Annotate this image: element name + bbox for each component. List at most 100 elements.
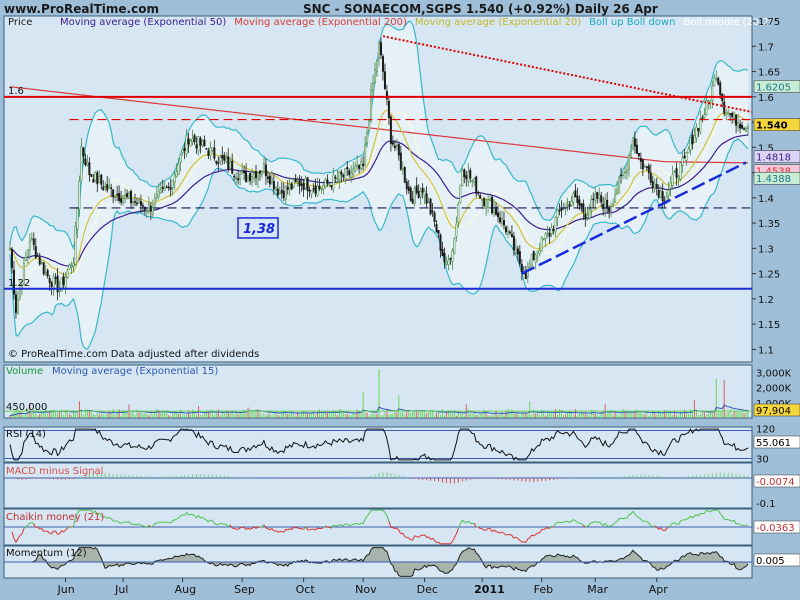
candle-body xyxy=(149,205,152,212)
candle-body xyxy=(629,150,632,158)
x-tick-label: Sep xyxy=(234,583,255,596)
candle-body xyxy=(641,159,644,170)
candle-body xyxy=(70,265,73,268)
candle-body xyxy=(610,206,613,211)
candle-body xyxy=(661,191,664,202)
candle-body xyxy=(586,215,589,218)
candle-body xyxy=(253,172,256,179)
candle-body xyxy=(135,202,138,205)
candle-body xyxy=(274,187,277,191)
chaikin-segment xyxy=(644,520,647,523)
candle-body xyxy=(447,259,450,266)
candle-body xyxy=(649,172,652,183)
candle-body xyxy=(453,238,456,254)
x-tick-label: Apr xyxy=(649,583,669,596)
candle-body xyxy=(191,138,194,143)
candle-body xyxy=(745,127,748,132)
candle-body xyxy=(266,176,269,179)
candle-body xyxy=(268,175,271,185)
candle-body xyxy=(108,185,111,188)
candle-body xyxy=(725,112,728,116)
chaikin-segment xyxy=(610,524,614,526)
candle-body xyxy=(409,187,412,201)
candle-body xyxy=(133,201,136,203)
candle-body xyxy=(379,42,382,56)
candle-body xyxy=(435,224,438,233)
candle-body xyxy=(512,236,515,251)
candle-body xyxy=(516,248,519,255)
y-tick-label: 1.75 xyxy=(758,17,780,28)
candle-body xyxy=(461,169,464,186)
candle-body xyxy=(374,69,377,83)
volume-level-label: 450,000 xyxy=(6,402,47,413)
candle-body xyxy=(26,249,29,257)
candle-body xyxy=(530,254,533,267)
candle-body xyxy=(201,140,204,146)
candle-body xyxy=(336,178,339,180)
candle-body xyxy=(364,144,367,166)
candle-body xyxy=(655,184,658,189)
candle-body xyxy=(723,101,726,114)
candle-body xyxy=(132,201,134,204)
candle-body xyxy=(262,163,265,173)
candle-body xyxy=(407,186,410,192)
candle-body xyxy=(290,183,293,190)
candle-body xyxy=(10,249,13,268)
candle-body xyxy=(624,171,626,174)
candle-body xyxy=(536,250,539,253)
candle-body xyxy=(332,174,335,190)
candle-body xyxy=(697,127,700,132)
candle-body xyxy=(151,206,154,215)
candle-body xyxy=(112,189,115,198)
candle-body xyxy=(546,232,549,234)
level-label: 1.22 xyxy=(8,278,30,289)
candle-body xyxy=(372,83,375,91)
candle-body xyxy=(185,135,188,154)
chaikin-segment xyxy=(89,509,92,512)
candle-body xyxy=(417,190,420,198)
legend-price: Price xyxy=(8,17,32,28)
candle-body xyxy=(554,217,557,233)
candle-body xyxy=(298,179,301,187)
candle-body xyxy=(550,227,553,235)
rsi-title: RSI (14) xyxy=(6,429,46,440)
candle-body xyxy=(427,201,430,204)
candle-body xyxy=(739,123,742,129)
candle-body xyxy=(622,174,625,176)
candle-body xyxy=(594,194,597,201)
candle-body xyxy=(659,190,662,198)
candle-body xyxy=(219,156,222,162)
candle-body xyxy=(173,174,176,183)
chaikin-segment xyxy=(118,522,122,524)
candle-body xyxy=(429,198,432,215)
candle-body xyxy=(235,177,238,180)
candle-body xyxy=(387,100,390,118)
candle-body xyxy=(62,276,65,285)
candle-body xyxy=(187,138,190,145)
price-label: 1.540 xyxy=(756,121,788,132)
legend-item: Moving average (Exponential 200) xyxy=(234,17,407,28)
candle-body xyxy=(258,170,261,174)
candle-body xyxy=(612,203,615,206)
chaikin-segment xyxy=(71,525,74,528)
x-tick-label: Nov xyxy=(355,583,377,596)
candle-body xyxy=(695,126,698,139)
candle-body xyxy=(693,135,696,143)
candle-body xyxy=(223,155,226,161)
chaikin-segment xyxy=(686,517,689,520)
candle-body xyxy=(465,175,468,180)
volume-title: Volume xyxy=(6,366,43,377)
candle-body xyxy=(199,137,202,146)
chaikin-segment xyxy=(355,522,358,525)
candle-body xyxy=(497,212,500,218)
candle-body xyxy=(312,188,315,190)
legend-item: Moving average (Exponential 20) xyxy=(415,17,581,28)
chaikin-segment xyxy=(672,522,675,524)
candle-body xyxy=(633,138,636,147)
candle-body xyxy=(501,217,503,224)
chaikin-segment xyxy=(317,527,320,530)
candle-body xyxy=(544,233,547,239)
candle-body xyxy=(703,114,706,119)
candle-body xyxy=(72,262,75,267)
chart-canvas: www.ProRealTime.com SNC - SONAECOM,SGPS … xyxy=(3,2,800,596)
